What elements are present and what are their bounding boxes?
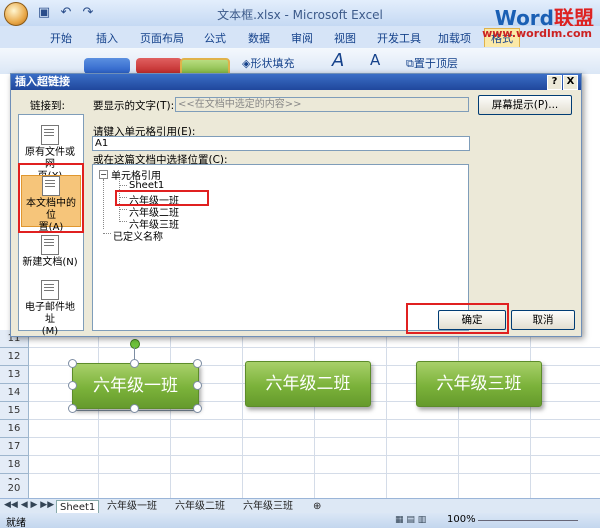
tab-developer[interactable]: 开发工具: [377, 30, 421, 46]
grid-line: [314, 320, 315, 498]
screen-tip-button[interactable]: 屏幕提示(P)...: [478, 95, 572, 115]
new-document-icon: [41, 235, 59, 255]
email-icon: [41, 280, 59, 300]
resize-handle[interactable]: [68, 381, 77, 390]
tree-node-defined-names[interactable]: 已定义名称: [113, 228, 163, 243]
tab-scroll-icon[interactable]: ◀◀ ◀ ▶ ▶▶: [4, 500, 54, 510]
zoom-level[interactable]: 100%: [447, 514, 476, 525]
row-header[interactable]: 20: [0, 480, 29, 499]
zoom-slider[interactable]: [478, 520, 578, 521]
cell-ref-input[interactable]: A1: [92, 136, 470, 151]
row-header[interactable]: 16: [0, 420, 29, 438]
row-header[interactable]: 18: [0, 456, 29, 474]
sheet-tab-class-2[interactable]: 六年级二班: [172, 500, 228, 513]
tree-connector: [119, 185, 127, 186]
resize-handle[interactable]: [193, 381, 202, 390]
insert-sheet-icon[interactable]: ⊕: [310, 500, 324, 513]
tree-connector: [119, 221, 127, 222]
highlight-box-class-1: [115, 190, 209, 206]
tab-view[interactable]: 视图: [334, 30, 356, 46]
row-header[interactable]: 15: [0, 402, 29, 420]
resize-handle[interactable]: [68, 359, 77, 368]
resize-handle[interactable]: [193, 404, 202, 413]
resize-handle[interactable]: [130, 404, 139, 413]
shape-style-blue[interactable]: [84, 58, 130, 74]
grid-line: [458, 320, 459, 498]
row-header[interactable]: 17: [0, 438, 29, 456]
collapse-icon[interactable]: −: [99, 170, 108, 179]
resize-handle[interactable]: [68, 404, 77, 413]
grid-line: [530, 320, 531, 498]
tree-connector: [103, 179, 104, 229]
tab-data[interactable]: 数据: [248, 30, 270, 46]
close-button[interactable]: X: [563, 75, 578, 90]
highlight-box-place-in-document: [18, 163, 84, 233]
tree-connector: [119, 209, 127, 210]
class-1-shape[interactable]: 六年级一班: [72, 363, 199, 409]
tree-connector: [103, 233, 111, 234]
class-2-shape[interactable]: 六年级二班: [245, 361, 371, 407]
tab-formulas[interactable]: 公式: [204, 30, 226, 46]
file-icon: [41, 125, 59, 145]
display-text-label: 要显示的文字(T):: [93, 100, 175, 112]
row-header[interactable]: 14: [0, 384, 29, 402]
layers-icon: ⧉: [406, 57, 414, 70]
tab-home[interactable]: 开始: [50, 30, 72, 46]
sheet-tab-class-3[interactable]: 六年级三班: [240, 500, 296, 513]
text-fill-icon[interactable]: A: [370, 51, 380, 69]
rotation-handle[interactable]: [130, 339, 140, 349]
shape-style-red[interactable]: [136, 58, 182, 74]
resize-handle[interactable]: [130, 359, 139, 368]
display-text-input[interactable]: <<在文档中选定的内容>>: [175, 97, 469, 112]
title-bar: ▣ ↶ ↷ 文本框.xlsx - Microsoft Excel Word联盟: [0, 0, 600, 30]
sheet-tab-class-1[interactable]: 六年级一班: [104, 500, 160, 513]
wordart-a-icon[interactable]: A: [332, 50, 344, 71]
class-3-shape[interactable]: 六年级三班: [416, 361, 542, 407]
help-button[interactable]: ?: [547, 75, 562, 90]
row-header[interactable]: 13: [0, 366, 29, 384]
cancel-button[interactable]: 取消: [511, 310, 575, 330]
grid-line: [242, 320, 243, 498]
link-to-label: 链接到:: [30, 100, 66, 112]
status-bar: 就绪 ▦ ▤ ▥ 100%: [0, 513, 600, 529]
resize-handle[interactable]: [193, 359, 202, 368]
tab-page-layout[interactable]: 页面布局: [140, 30, 184, 46]
view-mode-icon[interactable]: ▦ ▤ ▥: [395, 515, 426, 525]
grid-line: [386, 320, 387, 498]
link-new-document[interactable]: 新建文档(N): [21, 235, 79, 269]
status-ready: 就绪: [6, 518, 26, 529]
tab-insert[interactable]: 插入: [96, 30, 118, 46]
tab-addins[interactable]: 加载项: [438, 30, 471, 46]
link-email-address[interactable]: 电子邮件地址 (M): [21, 280, 79, 338]
highlight-box-ok: [406, 303, 509, 334]
sheet-tab-bar: ◀◀ ◀ ▶ ▶▶ Sheet1 六年级一班 六年级二班 六年级三班 ⊕: [0, 498, 600, 515]
shape-fill-button[interactable]: ◈形状填充: [242, 55, 294, 71]
watermark-url: www.wordlm.com: [482, 27, 592, 40]
dialog-title-bar: 插入超链接 ? X: [11, 74, 581, 90]
insert-hyperlink-dialog: 插入超链接 ? X 链接到: 要显示的文字(T): <<在文档中选定的内容>> …: [10, 73, 582, 337]
row-header[interactable]: 12: [0, 348, 29, 366]
bring-to-front-button[interactable]: ⧉置于顶层: [406, 55, 458, 71]
tab-review[interactable]: 审阅: [291, 30, 313, 46]
dialog-title: 插入超链接: [15, 75, 70, 88]
